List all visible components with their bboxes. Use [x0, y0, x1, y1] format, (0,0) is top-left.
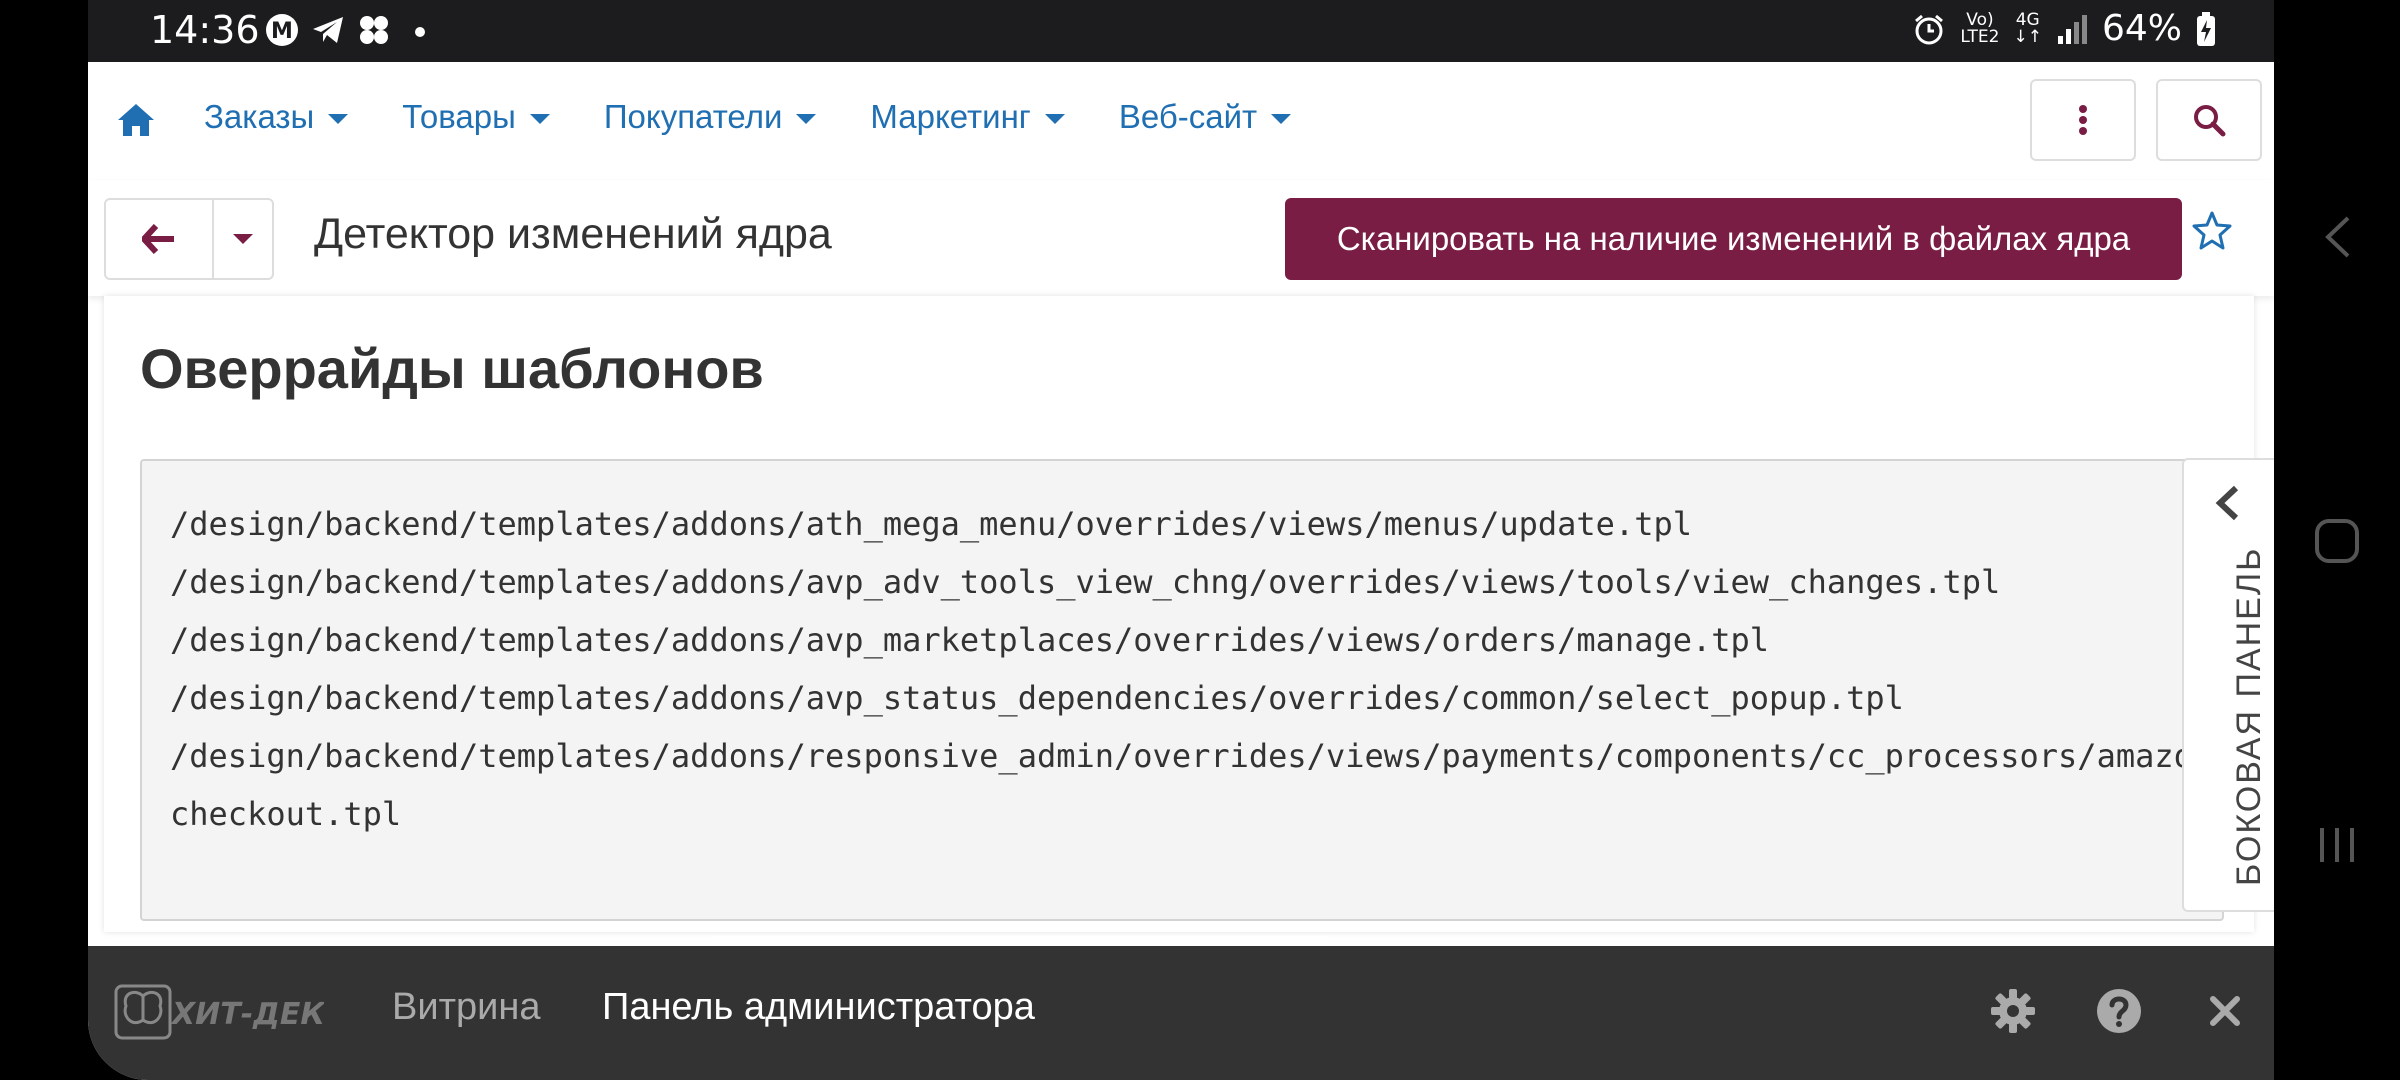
sidebar-toggle[interactable]: БОКОВАЯ ПАНЕЛЬ — [2182, 458, 2274, 912]
chevron-down-icon — [796, 114, 817, 124]
help-icon[interactable] — [2094, 986, 2144, 1036]
template-overrides-list: /design/backend/templates/addons/ath_meg… — [140, 459, 2224, 921]
store-logo[interactable]: ХИТ-ДЕКОР — [114, 982, 372, 1042]
dot-icon — [402, 12, 438, 48]
history-dropdown-button[interactable] — [214, 200, 272, 278]
search-button[interactable] — [2156, 79, 2262, 161]
system-navigation — [2274, 0, 2400, 1080]
nav-menu: Заказы Товары Покупатели Маркетинг Веб-с… — [204, 98, 1345, 136]
override-path: /design/backend/templates/addons/avp_adv… — [170, 563, 2001, 601]
svg-text:ХИТ-ДЕКОР: ХИТ-ДЕКОР — [170, 997, 324, 1032]
main-navigation: Заказы Товары Покупатели Маркетинг Веб-с… — [88, 62, 2274, 181]
nav-website[interactable]: Веб-сайт — [1119, 98, 1292, 136]
battery-percent: 64% — [2101, 8, 2182, 49]
back-nav-icon[interactable] — [2322, 214, 2352, 260]
admin-panel-link[interactable]: Панель администратора — [602, 986, 1035, 1029]
home-icon[interactable] — [116, 102, 156, 138]
nav-customers[interactable]: Покупатели — [604, 98, 817, 136]
arrow-left-icon — [142, 224, 174, 254]
app-screen: 14:36 M Vo) LTE2 4G ↓↑ 64% Заказы Товары… — [88, 0, 2274, 1080]
chevron-left-icon — [2215, 485, 2239, 521]
override-path: /design/backend/templates/addons/avp_sta… — [170, 679, 1904, 717]
search-icon — [2194, 105, 2226, 137]
page-header: Детектор изменений ядра Сканировать на н… — [88, 180, 2274, 296]
chevron-down-icon — [328, 114, 349, 124]
chevron-down-icon — [1044, 114, 1065, 124]
vertical-dots-icon — [2079, 105, 2087, 135]
storefront-link[interactable]: Витрина — [392, 986, 540, 1029]
chevron-down-icon — [1271, 114, 1292, 124]
status-time: 14:36 — [150, 8, 260, 52]
app-m-icon: M — [264, 12, 300, 48]
home-nav-icon[interactable] — [2314, 518, 2360, 564]
page-title: Детектор изменений ядра — [314, 210, 832, 258]
nav-marketing[interactable]: Маркетинг — [870, 98, 1065, 136]
status-bar: 14:36 M Vo) LTE2 4G ↓↑ 64% — [88, 0, 2274, 62]
alarm-icon — [1915, 14, 1944, 44]
back-button-group — [104, 198, 274, 280]
nav-products[interactable]: Товары — [402, 98, 550, 136]
battery-charging-icon — [2197, 11, 2215, 46]
override-path: /design/backend/templates/addons/ath_meg… — [170, 505, 1692, 543]
back-button[interactable] — [106, 200, 214, 278]
close-icon[interactable] — [2200, 986, 2250, 1036]
override-path: /design/backend/templates/addons/avp_mar… — [170, 621, 1770, 659]
signal-icon — [2057, 14, 2087, 44]
nav-orders[interactable]: Заказы — [204, 98, 349, 136]
chevron-down-icon — [529, 114, 550, 124]
bottom-bar: ХИТ-ДЕКОР Витрина Панель администратора — [88, 946, 2274, 1080]
network-indicator: 4G ↓↑ — [2013, 9, 2042, 47]
telegram-icon — [310, 12, 346, 48]
recents-nav-icon[interactable] — [2314, 822, 2360, 868]
section-title: Оверрайды шаблонов — [140, 337, 764, 400]
status-right: Vo) LTE2 4G ↓↑ 64% — [1912, 8, 2216, 49]
svg-text:M: M — [271, 19, 293, 44]
scroll-indicator — [714, 936, 1326, 946]
chevron-down-icon — [233, 234, 253, 244]
sidebar-label: БОКОВАЯ ПАНЕЛЬ — [2230, 546, 2268, 886]
scan-core-files-button[interactable]: Сканировать на наличие изменений в файла… — [1285, 198, 2182, 280]
override-path: /design/backend/templates/addons/respons… — [170, 737, 2224, 775]
star-icon[interactable] — [2192, 210, 2232, 250]
notification-icons: M — [264, 12, 438, 48]
override-path: checkout.tpl — [170, 795, 402, 833]
volte-indicator: Vo) LTE2 — [1960, 9, 2000, 47]
flower-icon — [356, 12, 392, 48]
main-content: Оверрайды шаблонов /design/backend/templ… — [104, 296, 2254, 932]
more-options-button[interactable] — [2030, 79, 2136, 161]
gear-icon[interactable] — [1988, 986, 2038, 1036]
